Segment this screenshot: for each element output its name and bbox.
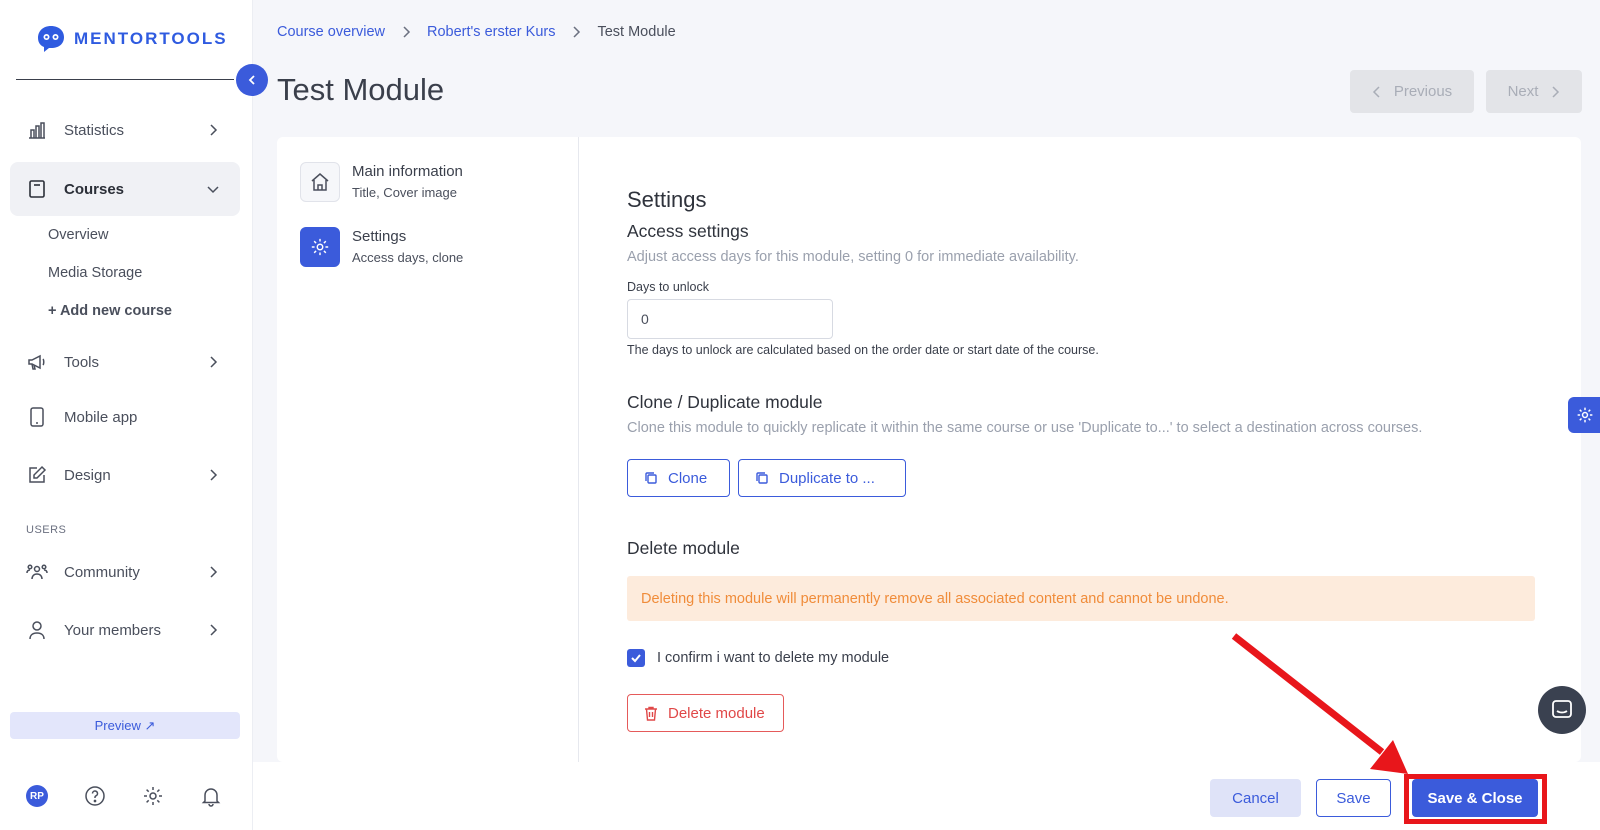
delete-warning-banner: Deleting this module will permanently re… <box>627 576 1535 621</box>
copy-icon <box>645 472 657 484</box>
delete-confirm-checkbox[interactable] <box>627 649 645 667</box>
chevron-right-icon <box>210 469 218 481</box>
previous-label: Previous <box>1393 83 1453 100</box>
brand-logo[interactable]: MENTORTOOLS <box>36 24 228 54</box>
sidebar-item-tools[interactable]: Tools <box>10 335 240 389</box>
days-to-unlock-help: The days to unlock are calculated based … <box>627 343 1099 357</box>
card-divider <box>578 137 579 762</box>
bar-chart-icon <box>26 119 48 141</box>
sidebar-item-statistics[interactable]: Statistics <box>10 103 240 157</box>
sidebar-item-courses[interactable]: Courses <box>10 162 240 216</box>
next-label: Next <box>1507 83 1539 100</box>
sidebar-divider <box>16 79 234 80</box>
settings-heading: Settings <box>627 187 707 212</box>
sidebar-item-label: Courses <box>64 180 125 198</box>
delete-module-label: Delete module <box>668 704 765 722</box>
mobile-icon <box>26 406 48 428</box>
sidebar: MENTORTOOLS Statistics Courses Overview … <box>0 0 253 830</box>
delete-confirm-label: I confirm i want to delete my module <box>657 650 890 666</box>
sidebar-item-design[interactable]: Design <box>10 448 240 502</box>
breadcrumb: Course overview Robert's erster Kurs Tes… <box>277 24 676 40</box>
add-new-course-link[interactable]: + Add new course <box>48 303 172 319</box>
pen-icon <box>26 464 48 486</box>
avatar[interactable]: RP <box>26 785 48 807</box>
sidebar-item-label: Design <box>64 466 111 484</box>
days-to-unlock-label: Days to unlock <box>627 280 709 294</box>
step-settings[interactable]: Settings Access days, clone <box>300 227 463 267</box>
delete-section-title: Delete module <box>627 538 740 558</box>
clone-section-title: Clone / Duplicate module <box>627 392 823 412</box>
footer-bar <box>253 762 1600 830</box>
duplicate-to-button[interactable]: Duplicate to ... <box>738 459 906 497</box>
chevron-down-icon <box>207 186 219 194</box>
sidebar-item-label: Statistics <box>64 121 125 139</box>
chevron-right-icon <box>210 356 218 368</box>
sidebar-item-community[interactable]: Community <box>10 545 240 599</box>
sidebar-item-label: Your members <box>64 621 161 639</box>
sidebar-subitem-media-storage[interactable]: Media Storage <box>48 265 142 281</box>
duplicate-to-label: Duplicate to ... <box>779 469 875 487</box>
breadcrumb-course-overview[interactable]: Course overview <box>277 24 385 40</box>
days-to-unlock-input[interactable] <box>627 299 833 339</box>
breadcrumb-current: Test Module <box>597 24 676 40</box>
gear-icon <box>1577 407 1593 423</box>
bell-icon[interactable] <box>200 785 222 807</box>
chevron-right-icon <box>403 26 411 38</box>
access-settings-description: Adjust access days for this module, sett… <box>627 249 1079 265</box>
settings-panel-toggle[interactable] <box>1568 397 1600 433</box>
delete-confirm[interactable]: I confirm i want to delete my module <box>627 649 889 667</box>
chevron-right-icon <box>1552 85 1560 98</box>
clone-label: Clone <box>668 469 708 487</box>
previous-button[interactable]: Previous <box>1350 70 1474 113</box>
chevron-left-icon <box>1372 85 1380 98</box>
sidebar-item-mobile-app[interactable]: Mobile app <box>10 390 240 444</box>
sidebar-item-label: Mobile app <box>64 408 138 426</box>
sidebar-subitem-overview[interactable]: Overview <box>48 227 108 243</box>
step-main-information[interactable]: Main information Title, Cover image <box>300 162 463 202</box>
breadcrumb-course[interactable]: Robert's erster Kurs <box>427 24 555 40</box>
save-and-close-button[interactable]: Save & Close <box>1412 779 1538 817</box>
chat-launcher[interactable] <box>1538 686 1586 734</box>
section-label-users: USERS <box>26 524 67 536</box>
copy-icon <box>756 472 768 484</box>
step-subtitle: Access days, clone <box>352 250 464 265</box>
step-title: Main information <box>352 163 463 180</box>
cancel-button[interactable]: Cancel <box>1210 779 1301 817</box>
sidebar-item-label: Tools <box>64 353 100 371</box>
clone-section-description: Clone this module to quickly replicate i… <box>627 420 1423 436</box>
check-icon <box>631 654 641 663</box>
chevron-right-icon <box>573 26 581 38</box>
sidebar-bottom-bar: RP <box>26 785 222 807</box>
community-icon <box>26 561 48 583</box>
chevron-right-icon <box>210 566 218 578</box>
step-subtitle: Title, Cover image <box>352 185 457 200</box>
megaphone-icon <box>26 351 48 373</box>
step-title: Settings <box>352 228 407 245</box>
help-icon[interactable] <box>84 785 106 807</box>
chat-icon <box>1552 700 1572 718</box>
chevron-right-icon <box>210 624 218 636</box>
next-button[interactable]: Next <box>1486 70 1582 113</box>
mentortools-logo-icon <box>38 26 64 52</box>
gear-icon[interactable] <box>142 785 164 807</box>
book-icon <box>26 178 48 200</box>
preview-button[interactable]: Preview ↗ <box>10 712 240 739</box>
sidebar-item-label: Community <box>64 563 140 581</box>
module-editor-card <box>277 137 1581 762</box>
chevron-right-icon <box>210 124 218 136</box>
sidebar-item-your-members[interactable]: Your members <box>10 603 240 657</box>
trash-icon <box>645 706 657 721</box>
brand-name: MENTORTOOLS <box>74 29 228 48</box>
access-settings-title: Access settings <box>627 221 749 241</box>
home-icon <box>300 162 340 202</box>
user-icon <box>26 619 48 641</box>
delete-module-button[interactable]: Delete module <box>627 694 784 732</box>
clone-button[interactable]: Clone <box>627 459 730 497</box>
page-title: Test Module <box>277 72 445 107</box>
gear-icon <box>300 227 340 267</box>
save-button[interactable]: Save <box>1316 779 1391 817</box>
chevron-left-icon <box>248 75 255 85</box>
collapse-sidebar-button[interactable] <box>236 64 268 96</box>
